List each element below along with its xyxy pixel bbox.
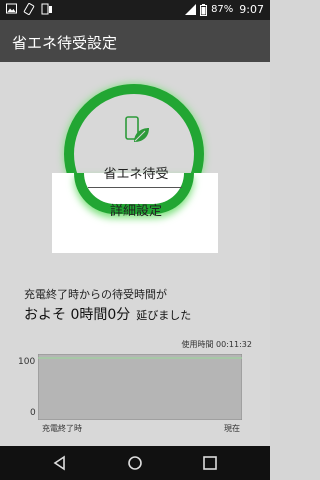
page-title: 省エネ待受設定	[12, 34, 118, 52]
standby-info-line: 充電終了時からの待受時間が	[24, 288, 167, 301]
detail-settings-button[interactable]: 詳細設定	[86, 200, 186, 219]
battery-percent: 87%	[211, 4, 234, 15]
x-label-start: 充電終了時	[42, 424, 82, 433]
signal-icon	[185, 4, 197, 15]
nav-bar	[0, 446, 270, 480]
battery-chart	[38, 354, 242, 420]
app-bar: 省エネ待受設定	[0, 20, 270, 62]
rotate-phone-icon	[23, 3, 35, 15]
x-label-end: 現在	[224, 424, 240, 433]
leaf-phone-icon	[125, 116, 149, 142]
chart-plot-area	[38, 354, 242, 420]
status-right-icons: 87% 9:07	[185, 3, 264, 16]
y-tick-0: 0	[30, 408, 36, 418]
phone-battery-icon	[41, 3, 52, 15]
home-icon[interactable]	[125, 453, 145, 473]
extension-time: およそ 0時間0分	[24, 307, 131, 323]
recents-icon[interactable]	[200, 453, 220, 473]
ring-divider	[88, 187, 182, 188]
clock: 9:07	[239, 3, 264, 16]
y-tick-100: 100	[18, 357, 36, 367]
standby-extension: およそ 0時間0分 延びました	[24, 304, 191, 324]
usage-time: 使用時間 00:11:32	[181, 340, 252, 349]
battery-icon	[200, 3, 208, 16]
eco-standby-label: 省エネ待受	[103, 167, 169, 182]
image-icon	[6, 3, 17, 14]
back-icon[interactable]	[50, 453, 70, 473]
status-bar: 87% 9:07	[0, 0, 270, 20]
status-left-icons	[6, 3, 53, 15]
extension-suffix: 延びました	[136, 309, 192, 322]
